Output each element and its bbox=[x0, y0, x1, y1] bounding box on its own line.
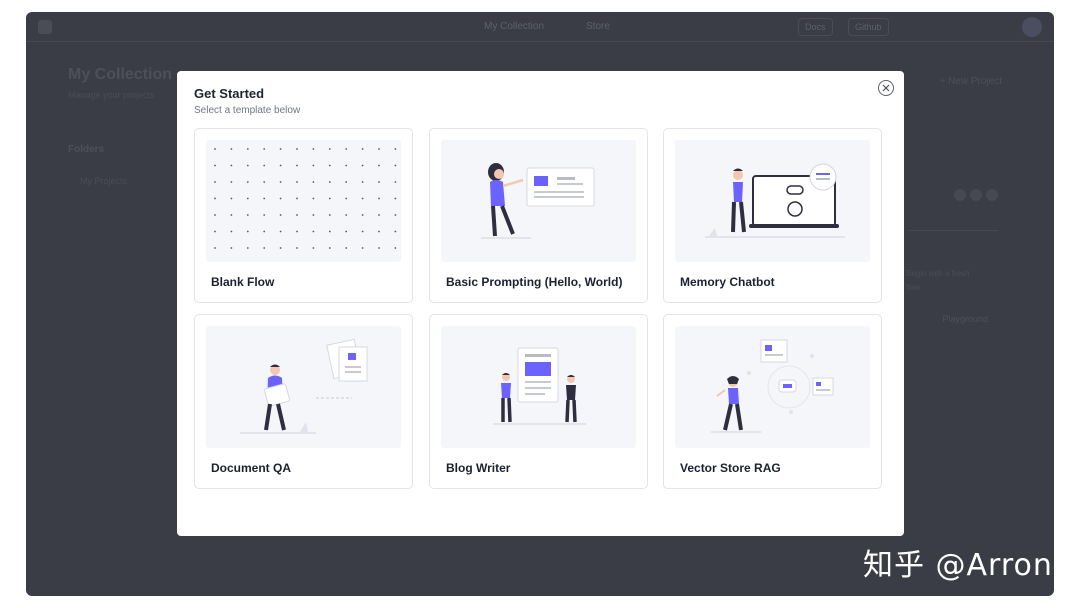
close-button[interactable] bbox=[878, 80, 894, 96]
vector-rag-illustration bbox=[675, 326, 870, 448]
template-card-blank-flow[interactable]: Blank Flow bbox=[194, 128, 413, 303]
folder-item: My Projects bbox=[80, 176, 128, 186]
template-label: Document QA bbox=[211, 461, 292, 475]
empty-state-text: Begin with a fresh flow bbox=[906, 269, 970, 292]
blog-writer-illustration bbox=[441, 326, 636, 448]
view-toggle-icons bbox=[954, 188, 1006, 202]
template-card-vector-store-rag[interactable]: Vector Store RAG bbox=[663, 314, 882, 489]
docs-button: Docs bbox=[798, 18, 833, 36]
template-card-memory-chatbot[interactable]: Memory Chatbot bbox=[663, 128, 882, 303]
get-started-modal: Get Started Select a template below Blan… bbox=[177, 71, 904, 536]
modal-title: Get Started bbox=[194, 86, 265, 101]
nav-store: Store bbox=[586, 21, 610, 32]
template-card-blog-writer[interactable]: Blog Writer bbox=[429, 314, 648, 489]
divider bbox=[908, 230, 998, 231]
modal-subtitle: Select a template below bbox=[194, 105, 301, 116]
avatar bbox=[1022, 17, 1042, 37]
template-card-basic-prompting[interactable]: Basic Prompting (Hello, World) bbox=[429, 128, 648, 303]
nav-my-collection: My Collection bbox=[484, 21, 545, 32]
document-qa-illustration bbox=[206, 326, 401, 448]
playground-button: Playground bbox=[942, 314, 988, 324]
app-logo bbox=[38, 20, 52, 34]
top-bar: My Collection Store Docs Github bbox=[26, 12, 1054, 42]
github-button: Github bbox=[848, 18, 889, 36]
template-label: Basic Prompting (Hello, World) bbox=[446, 275, 623, 289]
template-label: Vector Store RAG bbox=[680, 461, 781, 475]
watermark-text: 知乎 @Arron bbox=[863, 548, 1053, 583]
folders-heading: Folders bbox=[68, 144, 105, 155]
page-subtitle: Manage your projects bbox=[68, 90, 155, 100]
template-label: Blank Flow bbox=[211, 275, 275, 289]
chatbot-illustration bbox=[675, 140, 870, 262]
template-label: Blog Writer bbox=[446, 461, 511, 475]
template-label: Memory Chatbot bbox=[680, 275, 775, 289]
template-card-document-qa[interactable]: Document QA bbox=[194, 314, 413, 489]
close-icon bbox=[882, 84, 890, 92]
new-project-button: + New Project bbox=[939, 76, 1002, 87]
dot-grid-illustration bbox=[206, 140, 401, 262]
page-title: My Collection bbox=[68, 66, 173, 83]
person-presenting-illustration bbox=[441, 140, 636, 262]
